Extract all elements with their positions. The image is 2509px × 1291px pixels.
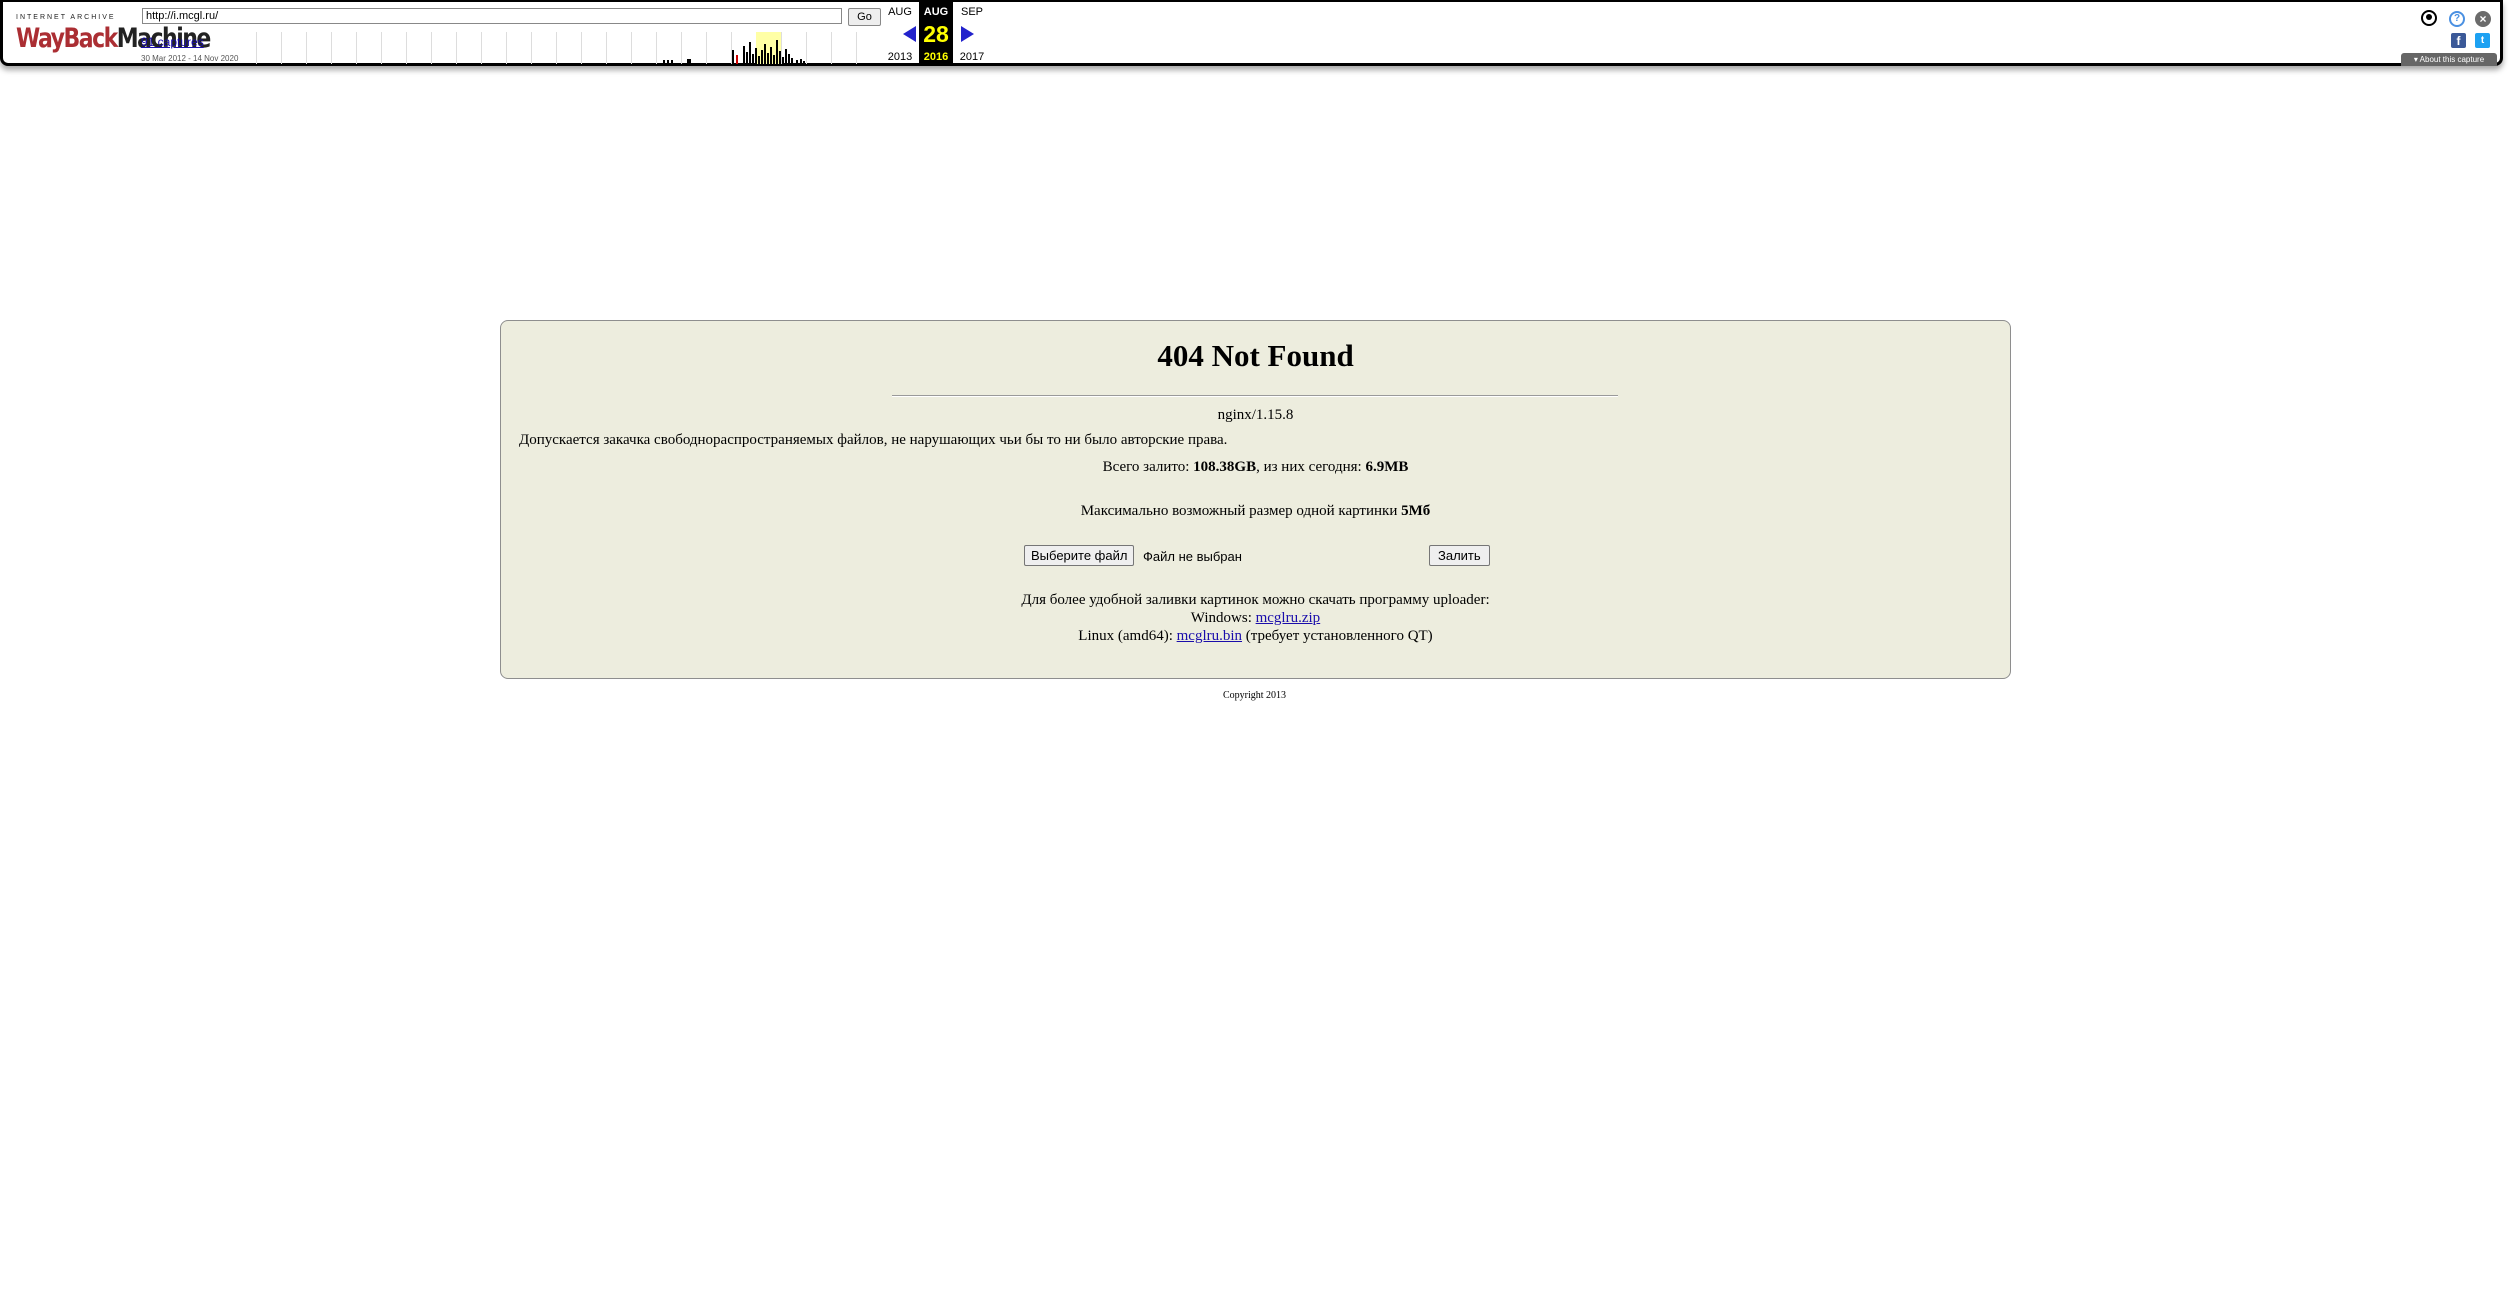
uploader-linux-line: Linux (amd64): mcglru.bin (требует устан…: [501, 628, 2010, 645]
sparkline-year-divider: [456, 32, 457, 64]
calendar-next-year: 2017: [959, 51, 985, 63]
prev-arrow-icon[interactable]: [903, 26, 916, 42]
sparkline-year-divider: [356, 32, 357, 64]
capture-date-range: 30 Mar 2012 - 14 Nov 2020: [141, 54, 239, 63]
sparkline-year-divider: [281, 32, 282, 64]
maxsize-value: 5Мб: [1401, 503, 1431, 519]
no-file-chosen-text: Файл не выбран: [1143, 549, 1242, 564]
wayback-logo[interactable]: INTERNET ARCHIVE WayBackMachine: [16, 10, 211, 55]
go-button[interactable]: Go: [848, 8, 881, 26]
sparkline-capture-bar: [785, 49, 787, 64]
sparkline-year-divider: [606, 32, 607, 64]
calendar-prev-month: AUG: [888, 6, 912, 18]
sparkline-year-divider: [856, 32, 857, 64]
upload-button[interactable]: Залить: [1429, 545, 1490, 566]
sparkline-year-divider: [381, 32, 382, 64]
linux-label: Linux (amd64):: [1078, 628, 1177, 644]
sparkline-year-divider: [306, 32, 307, 64]
sparkline-year-divider: [631, 32, 632, 64]
sparkline-year-divider: [556, 32, 557, 64]
sparkline-capture-bar: [770, 47, 772, 64]
content-panel: 404 Not Found nginx/1.15.8 Допускается з…: [500, 320, 2011, 679]
capture-calendar: AUG 2013 AUG 28 2016 SEP 2017: [883, 2, 991, 64]
sparkline-capture-bar: [796, 60, 798, 64]
sparkline-capture-bar: [791, 58, 793, 64]
sparkline-year-divider: [681, 32, 682, 64]
title-divider: [892, 395, 1618, 397]
sparkline-capture-bar: [782, 57, 784, 64]
wayback-toolbar: INTERNET ARCHIVE WayBackMachine Go 91 ca…: [0, 0, 2503, 66]
sparkline-year-divider: [506, 32, 507, 64]
sparkline-year-divider: [806, 32, 807, 64]
sparkline-year-divider: [581, 32, 582, 64]
windows-label: Windows:: [1190, 610, 1256, 626]
sparkline-year-divider: [406, 32, 407, 64]
calendar-next-column[interactable]: SEP 2017: [955, 2, 989, 64]
sparkline-capture-bar: [764, 44, 766, 64]
calendar-current-year: 2016: [923, 51, 949, 63]
sparkline-capture-bar: [667, 60, 669, 64]
twitter-icon[interactable]: t: [2475, 33, 2490, 48]
calendar-current-day: 28: [923, 21, 949, 47]
sparkline-capture-bar: [755, 48, 757, 64]
sparkline-capture-bar: [800, 59, 802, 64]
wayback-url-input[interactable]: [142, 8, 842, 24]
totals-prefix: Всего залито:: [1102, 459, 1194, 475]
upload-totals: Всего залито: 108.38GB, из них сегодня: …: [501, 459, 2010, 476]
sparkline-year-divider: [531, 32, 532, 64]
sparkline-capture-bar: [779, 51, 781, 64]
about-capture-tab[interactable]: ▾ About this capture: [2401, 53, 2497, 66]
sparkline-year-divider: [331, 32, 332, 64]
linux-requirement: (требует установленного QT): [1242, 628, 1433, 644]
calendar-prev-year: 2013: [887, 51, 913, 63]
sparkline-year-divider: [481, 32, 482, 64]
sparkline-year-divider: [656, 32, 657, 64]
max-size-text: Максимально возможный размер одной карти…: [501, 503, 2010, 520]
about-capture-label: About this capture: [2419, 55, 2485, 64]
user-icon[interactable]: [2421, 10, 2437, 26]
sparkline-capture-bar: [776, 40, 778, 64]
calendar-current-column: AUG 28 2016: [919, 2, 953, 64]
sparkline-capture-bar: [788, 54, 790, 64]
sparkline-capture-bar: [761, 50, 763, 64]
sparkline-capture-bar: [767, 53, 769, 64]
server-signature: nginx/1.15.8: [1217, 407, 1294, 423]
sparkline-capture-bar: [732, 50, 734, 64]
sparkline-year-divider: [431, 32, 432, 64]
sparkline-capture-bar: [758, 56, 760, 64]
sparkline-year-divider: [256, 32, 257, 64]
facebook-icon[interactable]: f: [2451, 33, 2466, 48]
sparkline-capture-bar: [743, 46, 745, 64]
windows-download-link[interactable]: mcglru.zip: [1256, 610, 1321, 626]
totals-value: 108.38GB: [1193, 459, 1257, 475]
sparkline-capture-bar: [752, 54, 754, 64]
capture-sparkline[interactable]: [256, 32, 880, 64]
page-title: 404 Not Found: [1157, 338, 1354, 373]
copyright-footer: Copyright 2013: [1222, 690, 1287, 701]
maxsize-prefix: Максимально возможный размер одной карти…: [1080, 503, 1402, 519]
linux-download-link[interactable]: mcglru.bin: [1177, 628, 1242, 644]
logo-internet-archive-text: INTERNET ARCHIVE: [16, 14, 116, 21]
copyright-notice: Допускается закачка свободнораспространя…: [519, 432, 1228, 448]
totals-today: 6.9MB: [1365, 459, 1409, 475]
sparkline-capture-bar: [689, 59, 691, 64]
sparkline-capture-bar: [773, 55, 775, 64]
choose-file-button[interactable]: Выберите файл: [1024, 545, 1135, 566]
calendar-current-month: AUG: [923, 6, 949, 18]
sparkline-capture-bar-current: [736, 55, 738, 64]
sparkline-capture-bar: [671, 60, 673, 64]
sparkline-year-divider: [831, 32, 832, 64]
sparkline-capture-bar: [803, 61, 805, 64]
captures-link[interactable]: 91 captures: [141, 35, 204, 49]
sparkline-capture-bar: [749, 42, 751, 64]
totals-mid: , из них сегодня:: [1256, 459, 1366, 475]
help-icon[interactable]: ?: [2449, 11, 2465, 27]
sparkline-capture-bar: [663, 60, 665, 64]
calendar-next-month: SEP: [960, 6, 983, 18]
close-icon[interactable]: ×: [2475, 11, 2491, 27]
sparkline-capture-bar: [746, 52, 748, 64]
uploader-intro: Для более удобной заливки картинок можно…: [1021, 592, 1490, 608]
sparkline-year-divider: [706, 32, 707, 64]
uploader-windows-line: Windows: mcglru.zip: [501, 610, 2010, 627]
